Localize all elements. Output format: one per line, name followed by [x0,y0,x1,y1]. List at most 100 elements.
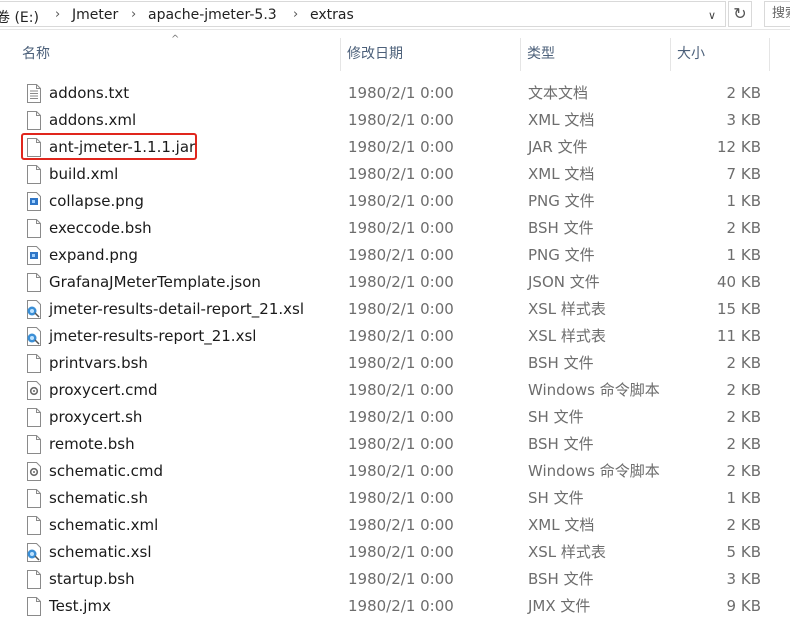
file-type: JMX 文件 [528,597,591,615]
file-row[interactable]: execcode.bsh 1980/2/1 0:00 BSH 文件 2 KB [0,215,790,242]
file-type: XML 文档 [528,165,595,183]
file-size: 11 KB [717,327,761,345]
search-input[interactable]: 搜索 [764,1,790,27]
column-header-row: 名称 ^ 修改日期 类型 大小 [0,34,790,71]
file-size: 1 KB [726,246,761,264]
file-name[interactable]: jmeter-results-report_21.xsl [49,323,256,350]
column-divider[interactable] [769,38,770,71]
breadcrumb-separator[interactable]: › [131,7,136,22]
file-name[interactable]: proxycert.cmd [49,377,158,404]
file-modified-date: 1980/2/1 0:00 [348,570,454,588]
file-name[interactable]: addons.txt [49,80,129,107]
breadcrumb-extras[interactable]: extras [310,7,354,23]
file-row[interactable]: jmeter-results-detail-report_21.xsl 1980/… [0,296,790,323]
file-row[interactable]: schematic.xsl 1980/2/1 0:00 XSL 样式表 5 KB [0,539,790,566]
file-modified-date: 1980/2/1 0:00 [348,273,454,291]
file-modified-date: 1980/2/1 0:00 [348,219,454,237]
file-modified-date: 1980/2/1 0:00 [348,111,454,129]
file-modified-date: 1980/2/1 0:00 [348,381,454,399]
file-name[interactable]: printvars.bsh [49,350,148,377]
file-row[interactable]: build.xml 1980/2/1 0:00 XML 文档 7 KB [0,161,790,188]
file-modified-date: 1980/2/1 0:00 [348,138,454,156]
file-type: Windows 命令脚本 [528,381,660,399]
file-row[interactable]: expand.png 1980/2/1 0:00 PNG 文件 1 KB [0,242,790,269]
file-modified-date: 1980/2/1 0:00 [348,435,454,453]
file-size: 5 KB [726,543,761,561]
file-name[interactable]: execcode.bsh [49,215,152,242]
column-header-date[interactable]: 修改日期 [341,38,520,71]
file-name[interactable]: startup.bsh [49,566,135,593]
file-size: 40 KB [717,273,761,291]
file-name[interactable]: remote.bsh [49,431,135,458]
file-modified-date: 1980/2/1 0:00 [348,516,454,534]
file-name[interactable]: jmeter-results-detail-report_21.xsl [49,296,304,323]
file-type: SH 文件 [528,408,584,426]
chevron-down-icon[interactable]: ∨ [708,9,716,22]
file-type: BSH 文件 [528,570,594,588]
file-type: BSH 文件 [528,354,594,372]
file-size: 2 KB [726,516,761,534]
file-row[interactable]: addons.txt 1980/2/1 0:00 文本文档 2 KB [0,80,790,107]
file-modified-date: 1980/2/1 0:00 [348,354,454,372]
file-size: 2 KB [726,219,761,237]
file-name[interactable]: addons.xml [49,107,136,134]
file-name[interactable]: build.xml [49,161,118,188]
file-row[interactable]: proxycert.cmd 1980/2/1 0:00 Windows 命令脚本 2 … [0,377,790,404]
file-name[interactable]: ant-jmeter-1.1.1.jar [49,134,195,161]
file-row[interactable]: schematic.cmd 1980/2/1 0:00 Windows 命令脚本 2 … [0,458,790,485]
breadcrumb-jmeter[interactable]: Jmeter [72,7,118,23]
file-modified-date: 1980/2/1 0:00 [348,462,454,480]
refresh-icon[interactable]: ↻ [728,1,752,27]
file-row[interactable]: ant-jmeter-1.1.1.jar 1980/2/1 0:00 JAR 文件 1… [0,133,790,161]
breadcrumb-separator[interactable]: › [55,7,60,22]
file-row[interactable]: addons.xml 1980/2/1 0:00 XML 文档 3 KB [0,107,790,134]
file-size: 2 KB [726,408,761,426]
file-name[interactable]: schematic.xml [49,512,158,539]
sort-ascending-icon: ^ [171,34,180,45]
file-size: 2 KB [726,435,761,453]
file-modified-date: 1980/2/1 0:00 [348,489,454,507]
file-type: Windows 命令脚本 [528,462,660,480]
file-modified-date: 1980/2/1 0:00 [348,246,454,264]
file-name[interactable]: schematic.sh [49,485,148,512]
file-type: PNG 文件 [528,192,595,210]
breadcrumb-apache-jmeter[interactable]: apache-jmeter-5.3 [148,7,277,23]
file-name[interactable]: schematic.cmd [49,458,163,485]
file-size: 7 KB [726,165,761,183]
file-row[interactable]: startup.bsh 1980/2/1 0:00 BSH 文件 3 KB [0,566,790,593]
breadcrumb-separator[interactable]: › [293,7,298,22]
breadcrumb-drive[interactable]: 卷 (E:) [0,7,39,27]
file-type: BSH 文件 [528,219,594,237]
file-name[interactable]: Test.jmx [49,593,111,620]
file-row[interactable]: GrafanaJMeterTemplate.json 1980/2/1 0:00 J… [0,269,790,296]
file-type: JAR 文件 [528,138,588,156]
file-row[interactable]: proxycert.sh 1980/2/1 0:00 SH 文件 2 KB [0,404,790,431]
file-modified-date: 1980/2/1 0:00 [348,327,454,345]
file-type: 文本文档 [528,84,589,102]
file-row[interactable]: collapse.png 1980/2/1 0:00 PNG 文件 1 KB [0,188,790,215]
file-row[interactable]: schematic.xml 1980/2/1 0:00 XML 文档 2 KB [0,512,790,539]
file-size: 1 KB [726,489,761,507]
file-modified-date: 1980/2/1 0:00 [348,408,454,426]
file-type: PNG 文件 [528,246,595,264]
file-row[interactable]: jmeter-results-report_21.xsl 1980/2/1 0:0… [0,323,790,350]
file-size: 1 KB [726,192,761,210]
file-size: 2 KB [726,354,761,372]
column-header-type[interactable]: 类型 [521,38,670,71]
file-name[interactable]: expand.png [49,242,138,269]
file-row[interactable]: schematic.sh 1980/2/1 0:00 SH 文件 1 KB [0,485,790,512]
file-name[interactable]: proxycert.sh [49,404,142,431]
column-header-size[interactable]: 大小 [671,38,769,71]
file-row[interactable]: printvars.bsh 1980/2/1 0:00 BSH 文件 2 KB [0,350,790,377]
file-modified-date: 1980/2/1 0:00 [348,597,454,615]
file-type: XML 文档 [528,111,595,129]
address-bar[interactable]: 卷 (E:) › Jmeter › apache-jmeter-5.3 › ex… [0,1,726,27]
file-type: XML 文档 [528,516,595,534]
file-name[interactable]: GrafanaJMeterTemplate.json [49,269,261,296]
file-name[interactable]: schematic.xsl [49,539,152,566]
file-row[interactable]: remote.bsh 1980/2/1 0:00 BSH 文件 2 KB [0,431,790,458]
file-name[interactable]: collapse.png [49,188,144,215]
file-row[interactable]: Test.jmx 1980/2/1 0:00 JMX 文件 9 KB [0,593,790,620]
file-size: 2 KB [726,381,761,399]
file-type: XSL 样式表 [528,327,606,345]
